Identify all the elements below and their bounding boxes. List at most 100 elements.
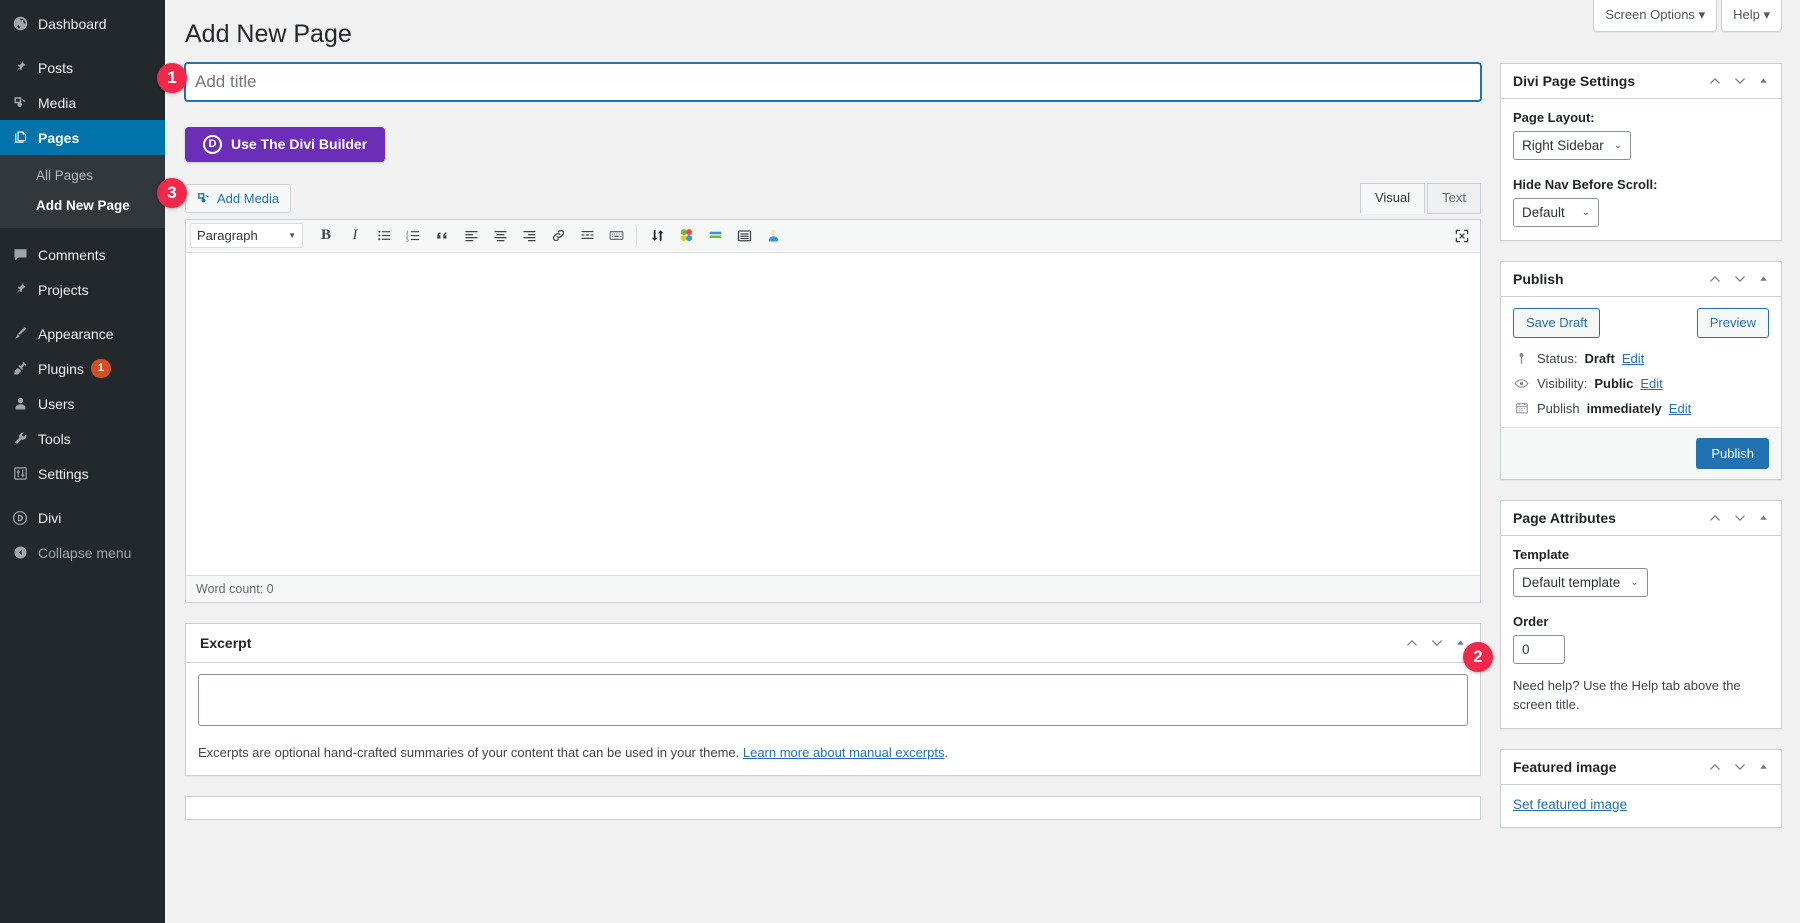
template-select[interactable]: Default template ⌄ bbox=[1513, 567, 1648, 597]
sidebar-item-divi[interactable]: Divi bbox=[0, 500, 165, 535]
edit-publish-date-link[interactable]: Edit bbox=[1669, 401, 1691, 416]
add-media-button[interactable]: Add Media bbox=[185, 183, 292, 213]
insert-link-icon[interactable] bbox=[544, 223, 572, 249]
screen-options-button[interactable]: Screen Options ▾ bbox=[1593, 0, 1718, 32]
page-layout-label: Page Layout: bbox=[1513, 109, 1595, 125]
page-attributes-body: Template Default template ⌄ Order Need h… bbox=[1501, 536, 1781, 728]
sidebar-item-dashboard[interactable]: Dashboard bbox=[0, 6, 165, 41]
toggle-panel-icon[interactable] bbox=[1758, 273, 1769, 284]
green-bars-icon[interactable] bbox=[701, 223, 729, 249]
hide-nav-select[interactable]: Default ⌄ bbox=[1513, 197, 1599, 227]
move-up-icon[interactable] bbox=[1708, 760, 1722, 774]
status-label: Status: bbox=[1537, 350, 1578, 366]
toggle-panel-icon[interactable] bbox=[1455, 637, 1466, 648]
sidebar-item-pages[interactable]: Pages bbox=[0, 120, 173, 155]
step-badge-2: 2 bbox=[1463, 642, 1493, 672]
move-up-icon[interactable] bbox=[1405, 636, 1419, 650]
sidebar-item-media[interactable]: Media bbox=[0, 85, 165, 120]
align-center-icon[interactable] bbox=[486, 223, 514, 249]
toggle-panel-icon[interactable] bbox=[1758, 75, 1769, 86]
bulleted-list-icon[interactable] bbox=[370, 223, 398, 249]
publish-button[interactable]: Publish bbox=[1696, 437, 1769, 469]
align-left-icon[interactable] bbox=[457, 223, 485, 249]
divi-builder-button[interactable]: D Use The Divi Builder bbox=[185, 126, 386, 162]
chevron-down-icon: ⌄ bbox=[1613, 139, 1623, 151]
user-icon bbox=[8, 396, 32, 411]
bold-icon[interactable]: B bbox=[312, 223, 340, 249]
paragraph-format-select[interactable]: Paragraph ▼ bbox=[190, 223, 303, 248]
metabox-controls bbox=[1405, 636, 1466, 650]
sidebar-item-comments[interactable]: Comments bbox=[0, 237, 165, 272]
sidebar-item-label: Tools bbox=[38, 430, 71, 447]
sidebar-item-users[interactable]: Users bbox=[0, 386, 165, 421]
move-down-icon[interactable] bbox=[1733, 74, 1747, 88]
move-down-icon[interactable] bbox=[1733, 272, 1747, 286]
lock-person-icon[interactable] bbox=[759, 223, 787, 249]
help-button[interactable]: Help ▾ bbox=[1721, 0, 1782, 32]
read-more-icon[interactable] bbox=[573, 223, 601, 249]
excerpt-textarea[interactable] bbox=[198, 673, 1468, 726]
save-draft-button[interactable]: Save Draft bbox=[1513, 307, 1601, 338]
primary-column: D Use The Divi Builder Add Media Visual … bbox=[185, 62, 1481, 848]
move-down-icon[interactable] bbox=[1733, 760, 1747, 774]
sort-arrows-icon[interactable] bbox=[643, 223, 671, 249]
toolbar-toggle-icon[interactable] bbox=[602, 223, 630, 249]
visibility-value: Public bbox=[1594, 375, 1634, 391]
sidebar-item-projects[interactable]: Projects bbox=[0, 272, 165, 307]
move-up-icon[interactable] bbox=[1708, 74, 1722, 88]
editor-toolbar: Paragraph ▼ B I 123 bbox=[186, 219, 1480, 253]
sidebar-item-label: Media bbox=[38, 94, 77, 111]
plugins-update-badge: 1 bbox=[90, 359, 112, 378]
editor-content-area[interactable] bbox=[186, 252, 1480, 575]
comments-icon bbox=[8, 247, 32, 262]
page-attributes-title: Page Attributes bbox=[1513, 509, 1616, 526]
sidebar-subitem-add-new-page[interactable]: Add New Page bbox=[0, 191, 165, 221]
page-attributes-metabox: Page Attributes Template Default templat… bbox=[1500, 499, 1782, 729]
main-content-area: Screen Options ▾ Help ▾ Add New Page D U… bbox=[165, 0, 1800, 923]
manual-excerpts-link[interactable]: Learn more about manual excerpts bbox=[743, 745, 945, 760]
lines-icon[interactable] bbox=[730, 223, 758, 249]
tab-visual[interactable]: Visual bbox=[1359, 182, 1426, 214]
page-layout-value: Right Sidebar bbox=[1522, 137, 1604, 153]
move-up-icon[interactable] bbox=[1708, 272, 1722, 286]
excerpt-title: Excerpt bbox=[200, 634, 252, 651]
set-featured-image-link[interactable]: Set featured image bbox=[1513, 797, 1627, 812]
pages-icon bbox=[8, 130, 32, 145]
italic-icon[interactable]: I bbox=[341, 223, 369, 249]
wordpress-admin-screen: Dashboard Posts Media Pages All Pages Ad… bbox=[0, 0, 1800, 923]
sidebar-item-label: Posts bbox=[38, 59, 74, 76]
publish-metabox: Publish Save Draft Preview Status: Draft… bbox=[1500, 260, 1782, 480]
page-layout-select[interactable]: Right Sidebar ⌄ bbox=[1513, 130, 1632, 160]
sidebar-item-settings[interactable]: Settings bbox=[0, 456, 165, 491]
sidebar-subitem-all-pages[interactable]: All Pages bbox=[0, 161, 165, 191]
edit-visibility-link[interactable]: Edit bbox=[1640, 376, 1662, 391]
sidebar-item-collapse-menu[interactable]: Collapse menu bbox=[0, 535, 165, 570]
move-down-icon[interactable] bbox=[1733, 511, 1747, 525]
fullscreen-icon[interactable] bbox=[1448, 223, 1476, 249]
hide-nav-value: Default bbox=[1522, 204, 1565, 220]
title-input[interactable] bbox=[185, 62, 1481, 101]
sidebar-item-plugins[interactable]: Plugins 1 bbox=[0, 351, 165, 386]
sidebar-item-tools[interactable]: Tools bbox=[0, 421, 165, 456]
calendar-icon bbox=[1513, 401, 1530, 415]
sidebar-item-appearance[interactable]: Appearance bbox=[0, 316, 165, 351]
sidebar-item-posts[interactable]: Posts bbox=[0, 50, 165, 85]
sidebar-item-label: Appearance bbox=[38, 325, 114, 342]
numbered-list-icon[interactable]: 123 bbox=[399, 223, 427, 249]
preview-button[interactable]: Preview bbox=[1696, 307, 1769, 338]
toggle-panel-icon[interactable] bbox=[1758, 512, 1769, 523]
color-blocks-icon[interactable] bbox=[672, 223, 700, 249]
divi-builder-row: D Use The Divi Builder bbox=[185, 126, 1481, 162]
order-input[interactable] bbox=[1513, 634, 1565, 664]
move-up-icon[interactable] bbox=[1708, 511, 1722, 525]
pin-icon bbox=[8, 282, 32, 297]
blockquote-icon[interactable] bbox=[428, 223, 456, 249]
edit-status-link[interactable]: Edit bbox=[1622, 351, 1644, 366]
align-right-icon[interactable] bbox=[515, 223, 543, 249]
sidebar-item-label: Collapse menu bbox=[38, 544, 132, 561]
move-down-icon[interactable] bbox=[1430, 636, 1444, 650]
media-icon bbox=[197, 191, 211, 205]
tab-text[interactable]: Text bbox=[1427, 182, 1481, 214]
plug-icon bbox=[8, 361, 32, 376]
toggle-panel-icon[interactable] bbox=[1758, 761, 1769, 772]
